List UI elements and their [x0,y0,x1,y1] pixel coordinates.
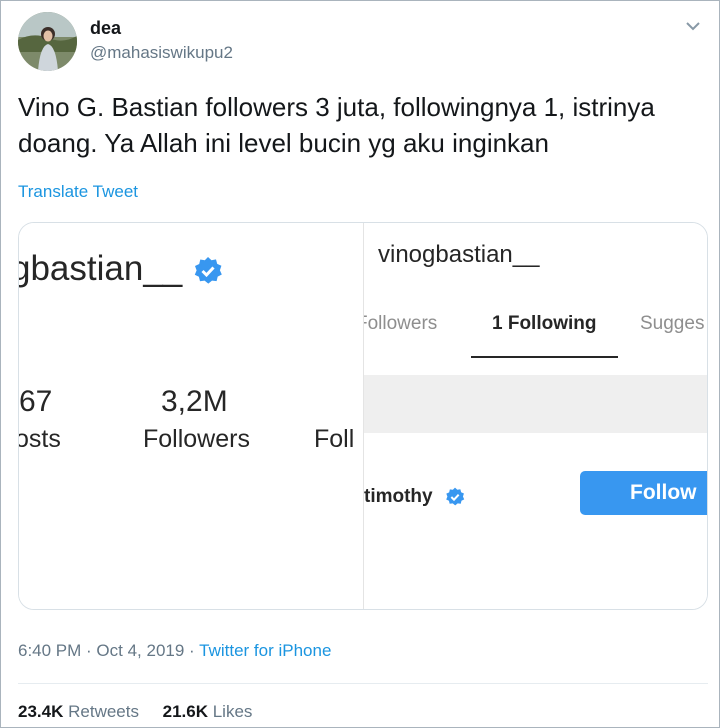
tweet-source[interactable]: Twitter for iPhone [199,641,331,660]
followers-count: 3,2M [161,385,228,418]
following-screenshot: vinogbastian__ Followers 1 Following Sug… [363,223,707,609]
verified-badge-icon [193,256,223,286]
retweets-count: 23.4K [18,702,64,721]
chevron-down-icon[interactable] [685,19,701,31]
tab-suggested: Sugges [640,313,705,334]
translate-tweet-link[interactable]: Translate Tweet [18,182,138,202]
instagram-username: gbastian__ [19,249,183,288]
profile-screenshot: gbastian__ 67 osts 3,2M Followers Foll [19,223,363,609]
verified-badge-icon [445,487,465,507]
avatar[interactable] [18,12,77,71]
posts-label: osts [19,425,61,453]
tweet-card: dea @mahasiswikupu2 Vino G. Bastian foll… [0,0,720,728]
instagram-username: vinogbastian__ [378,241,540,268]
display-name[interactable]: dea [90,18,121,39]
likes-stat[interactable]: 21.6K Likes [163,702,253,721]
likes-label: Likes [212,702,253,721]
tweet-timestamp: 6:40 PM · Oct 4, 2019 · Twitter for iPho… [18,641,332,660]
retweets-label: Retweets [68,702,139,721]
likes-count: 21.6K [162,702,208,721]
follow-button: Follow [580,471,707,515]
following-label: Foll [314,425,355,453]
tab-followers: Followers [363,313,438,334]
retweets-stat[interactable]: 23.4K Retweets [18,702,139,721]
engagement-stats: 23.4K Retweets 21.6K Likes [18,702,252,722]
following-username: timothy [364,486,433,507]
tweet-text: Vino G. Bastian followers 3 juta, follow… [18,92,655,158]
tweet-date[interactable]: Oct 4, 2019 [96,641,184,660]
tweet-time[interactable]: 6:40 PM [18,641,81,660]
active-tab-indicator [471,356,618,358]
tab-following: 1 Following [492,313,597,334]
user-handle[interactable]: @mahasiswikupu2 [90,43,233,63]
search-bar-area [364,375,707,433]
followers-label: Followers [143,425,250,453]
posts-count: 67 [19,385,53,418]
divider [18,683,708,684]
attached-image[interactable]: gbastian__ 67 osts 3,2M Followers Foll v… [18,222,708,610]
